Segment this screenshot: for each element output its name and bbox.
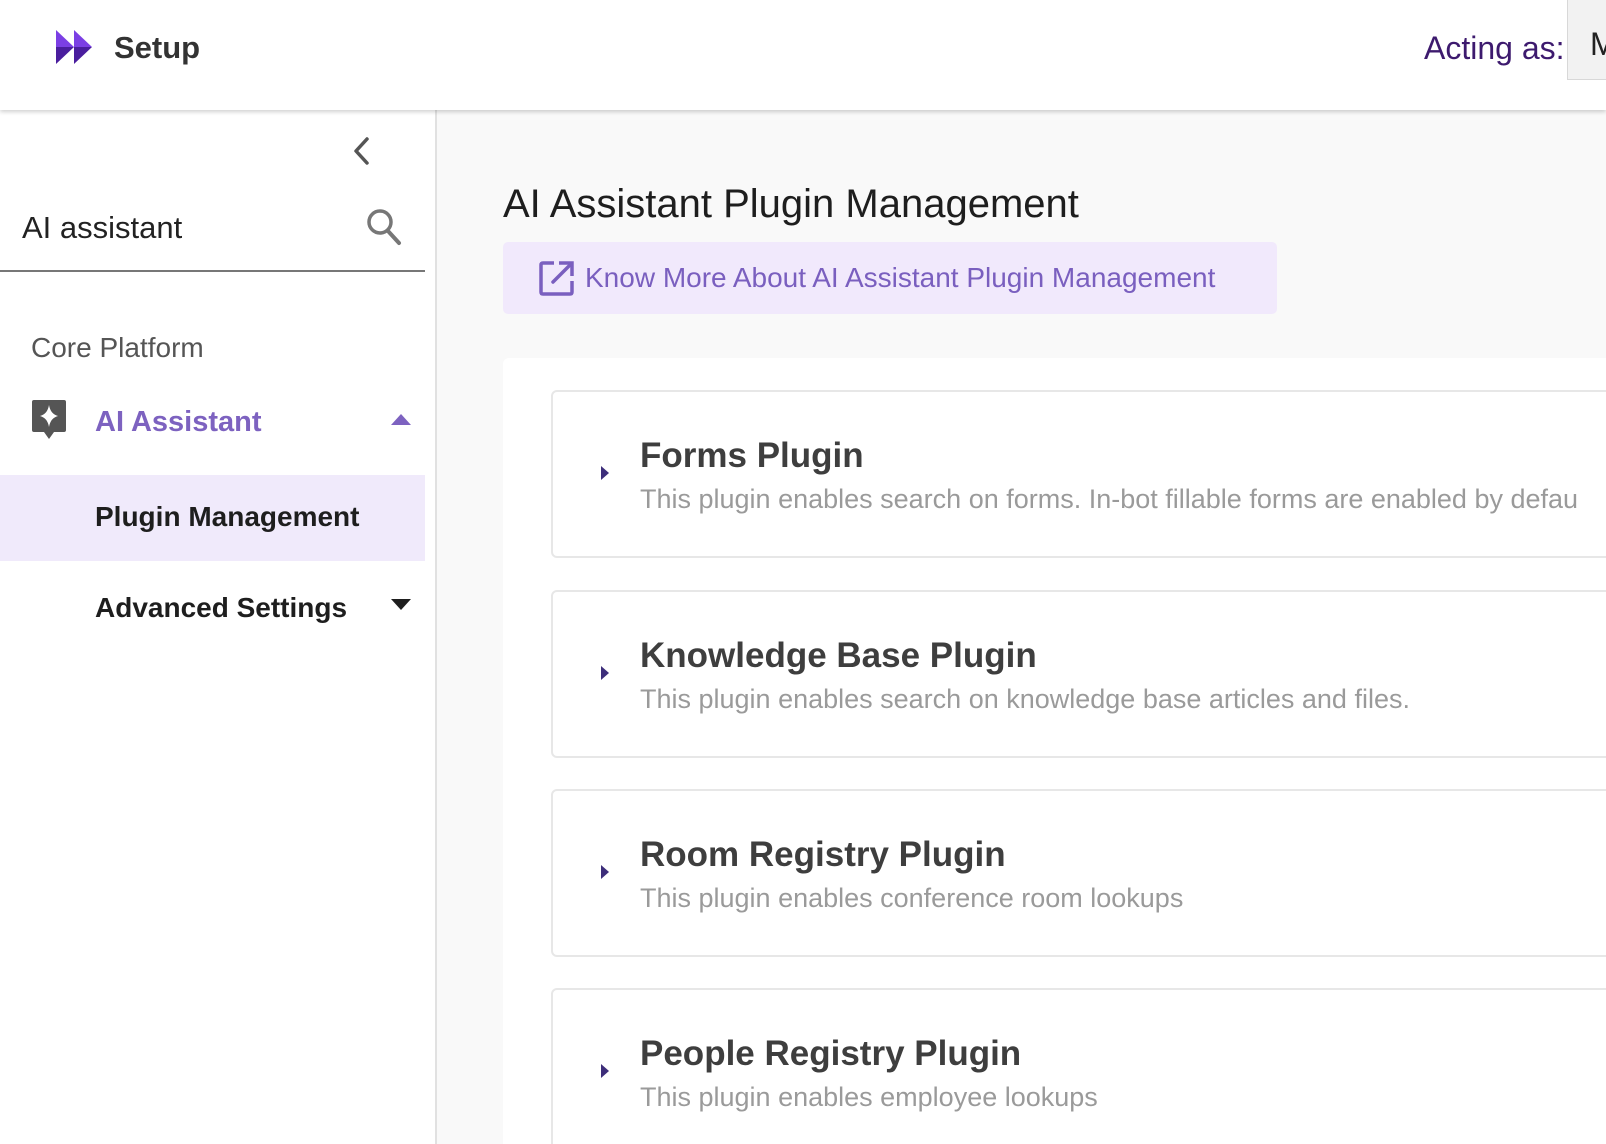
plugin-card-people-registry[interactable]: People Registry Plugin This plugin enabl…: [551, 988, 1606, 1144]
plugin-description: This plugin enables search on knowledge …: [640, 684, 1410, 714]
collapse-sidebar-icon[interactable]: [348, 134, 376, 168]
know-more-link[interactable]: Know More About AI Assistant Plugin Mana…: [503, 242, 1277, 314]
page-title: AI Assistant Plugin Management: [503, 182, 1079, 226]
acting-as-select[interactable]: M: [1567, 0, 1606, 80]
ai-sparkle-icon: [32, 400, 66, 439]
sidebar-item-label: Plugin Management: [95, 501, 360, 532]
know-more-label: Know More About AI Assistant Plugin Mana…: [585, 262, 1216, 293]
sidebar-item-ai-assistant[interactable]: AI Assistant: [0, 390, 425, 470]
chevron-down-icon: [391, 599, 411, 610]
sidebar-item-plugin-management[interactable]: Plugin Management: [0, 475, 425, 561]
plugin-description: This plugin enables employee lookups: [640, 1082, 1098, 1112]
caret-right-icon[interactable]: [599, 464, 611, 482]
caret-right-icon[interactable]: [599, 1062, 611, 1080]
search-input[interactable]: [22, 198, 352, 258]
section-label-core-platform: Core Platform: [31, 332, 204, 363]
external-link-icon: [539, 261, 574, 296]
top-bar: Setup Acting as: M: [0, 0, 1606, 110]
sidebar: Core Platform AI Assistant Plugin Manage…: [0, 110, 437, 1144]
chevron-up-icon: [391, 414, 411, 425]
plugin-title: Room Registry Plugin: [640, 835, 1006, 874]
sidebar-item-advanced-settings[interactable]: Advanced Settings: [0, 564, 425, 644]
plugin-description: This plugin enables search on forms. In-…: [640, 484, 1579, 514]
plugin-card-knowledge-base[interactable]: Knowledge Base Plugin This plugin enable…: [551, 590, 1606, 758]
caret-right-icon[interactable]: [599, 664, 611, 682]
sidebar-item-label: AI Assistant: [95, 406, 262, 438]
plugin-card-forms[interactable]: Forms Plugin This plugin enables search …: [551, 390, 1606, 558]
app-title: Setup: [114, 30, 201, 65]
plugin-title: Knowledge Base Plugin: [640, 636, 1037, 675]
plugin-title: People Registry Plugin: [640, 1034, 1022, 1073]
plugin-card-room-registry[interactable]: Room Registry Plugin This plugin enables…: [551, 789, 1606, 957]
caret-right-icon[interactable]: [599, 863, 611, 881]
sidebar-search: [0, 192, 425, 272]
search-icon[interactable]: [364, 206, 404, 248]
logo-icon: [56, 30, 92, 64]
main-content: AI Assistant Plugin Management Know More…: [439, 110, 1606, 1144]
acting-as-label: Acting as:: [1424, 30, 1565, 66]
plugin-title: Forms Plugin: [640, 436, 864, 475]
sidebar-item-label: Advanced Settings: [95, 592, 348, 623]
plugin-description: This plugin enables conference room look…: [640, 883, 1184, 913]
plugin-list-panel: Forms Plugin This plugin enables search …: [503, 358, 1606, 1144]
